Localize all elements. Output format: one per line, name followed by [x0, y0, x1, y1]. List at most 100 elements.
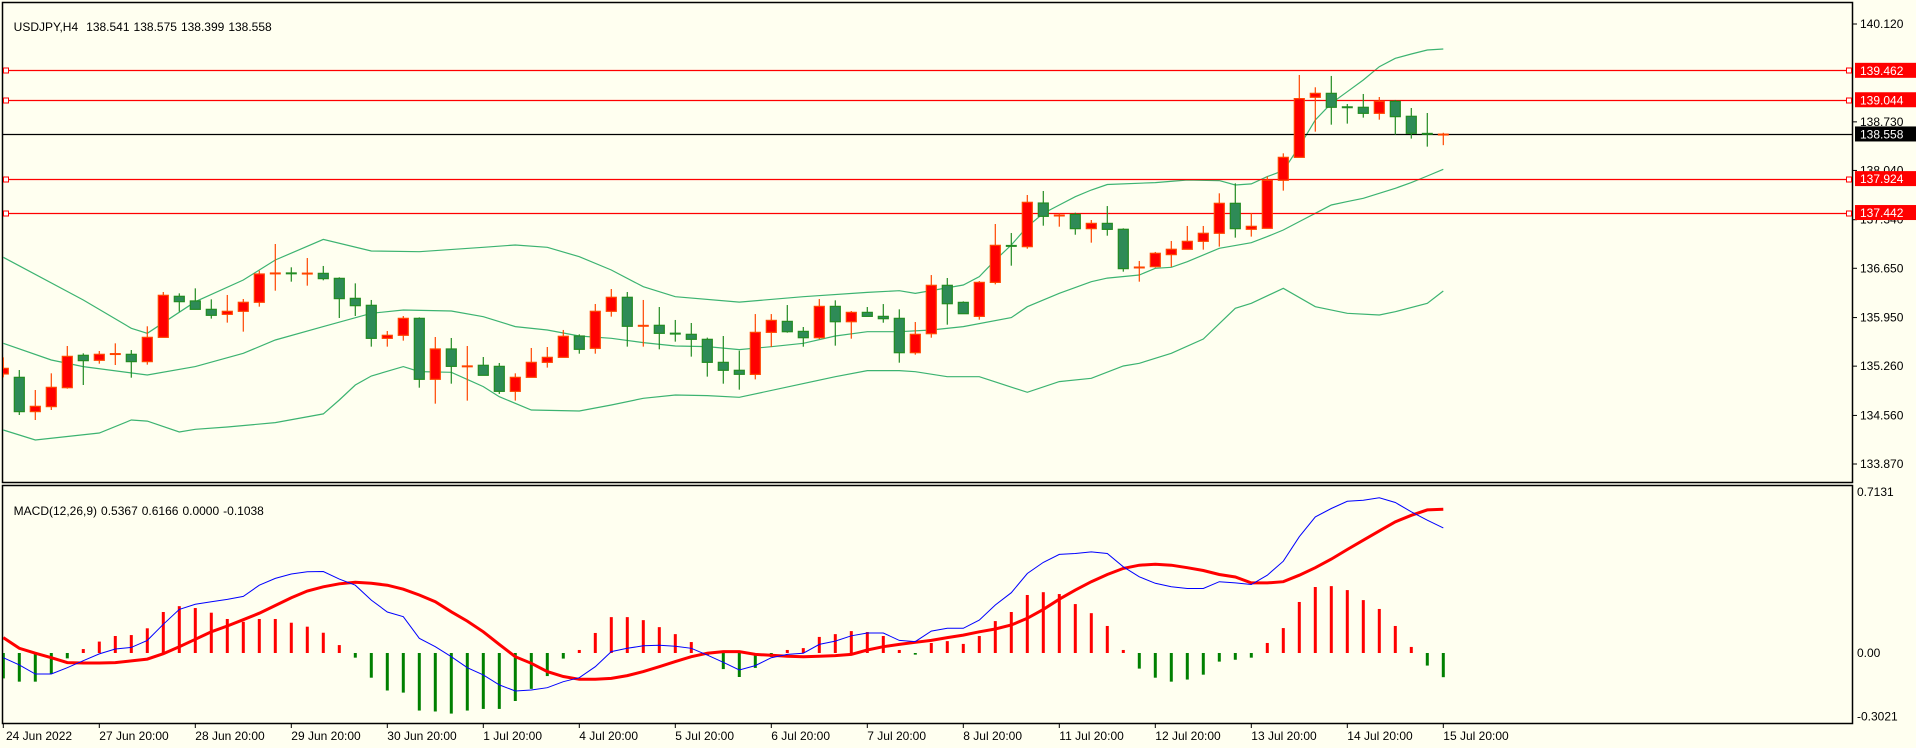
candle-body — [717, 361, 729, 371]
candle-body — [749, 331, 761, 375]
time-tick-label: 7 Jul 20:00 — [867, 729, 926, 743]
candle-bearish[interactable] — [1117, 228, 1129, 272]
candle-body — [29, 405, 41, 413]
candle-bullish[interactable] — [157, 292, 169, 338]
candle-body — [605, 296, 617, 312]
candle-body — [1245, 225, 1257, 230]
level-price-label: 139.462 — [1860, 64, 1904, 78]
candle-body — [1181, 240, 1193, 250]
candle-body — [781, 320, 793, 333]
trading-chart[interactable]: 140.120138.730138.040137.340136.650135.9… — [0, 0, 1916, 748]
candle-body — [13, 376, 25, 413]
candle-body — [701, 338, 713, 363]
candle-bearish[interactable] — [493, 362, 505, 394]
candle-bearish[interactable] — [13, 370, 25, 416]
candle-body — [765, 319, 777, 333]
level-handle-right[interactable] — [1846, 97, 1852, 104]
candle-body — [989, 244, 1001, 283]
candle-body — [829, 305, 841, 323]
macd-header: MACD(12,26,9) 0.5367 0.6166 0.0000 -0.1038 — [7, 490, 268, 518]
time-tick-label: 15 Jul 20:00 — [1443, 729, 1509, 743]
time-tick-label: 11 Jul 20:00 — [1059, 729, 1124, 743]
candle-body — [1069, 213, 1081, 230]
candle-body — [1149, 252, 1161, 268]
candle-body — [1117, 228, 1129, 270]
candle-body — [573, 335, 585, 350]
candle-body — [893, 317, 905, 354]
time-tick-label: 5 Jul 20:00 — [675, 729, 734, 743]
candle-body — [797, 330, 809, 339]
level-handle-right[interactable] — [1846, 67, 1852, 74]
candle-body — [861, 311, 873, 317]
quote-close: 138.558 — [228, 20, 272, 34]
candle-body — [429, 348, 441, 380]
macd-tick-label: 0.7131 — [1857, 485, 1894, 499]
candle-body — [1309, 92, 1321, 98]
time-tick-label: 1 Jul 20:00 — [483, 729, 542, 743]
candle-body — [413, 317, 425, 380]
candle-body — [1197, 232, 1209, 242]
time-tick-label: 4 Jul 20:00 — [579, 729, 638, 743]
level-handle-right[interactable] — [1846, 210, 1852, 217]
level-handle-right[interactable] — [1846, 176, 1852, 183]
candle-body — [3, 367, 9, 375]
candle-body — [1101, 222, 1113, 230]
level-price-label: 139.044 — [1860, 93, 1904, 107]
candle-body — [589, 310, 601, 349]
candle-body — [557, 335, 569, 358]
candle-body — [541, 356, 553, 363]
time-tick-label: 6 Jul 20:00 — [771, 729, 830, 743]
candle-body — [1037, 202, 1049, 217]
level-handle-left[interactable] — [3, 97, 9, 104]
price-tick-label: 135.950 — [1860, 311, 1904, 325]
candle-body — [93, 353, 105, 361]
level-handle-left[interactable] — [3, 210, 9, 217]
candle-body — [845, 311, 857, 323]
candle-body — [1357, 106, 1369, 114]
time-tick-label: 13 Jul 20:00 — [1251, 729, 1317, 743]
candle-bullish[interactable] — [1021, 195, 1033, 249]
candle-bullish[interactable] — [1261, 176, 1273, 229]
candle-bullish[interactable] — [253, 270, 265, 307]
candle-body — [77, 354, 89, 362]
candle-bullish[interactable] — [1149, 251, 1161, 268]
candle-body — [45, 386, 57, 408]
candle-bearish[interactable] — [413, 317, 425, 388]
candle-body — [1021, 201, 1033, 248]
macd-value-main: 0.5367 — [101, 504, 138, 518]
level-handle-left[interactable] — [3, 67, 9, 74]
candle-body — [317, 272, 329, 280]
candle-body — [381, 334, 393, 339]
macd-value-3: 0.0000 — [182, 504, 220, 518]
candle-body — [1229, 202, 1241, 230]
candle-bearish[interactable] — [957, 301, 969, 315]
candle-body — [733, 369, 745, 375]
time-tick-label: 28 Jun 20:00 — [195, 729, 265, 743]
candle-body — [125, 353, 137, 363]
main-pane[interactable] — [1, 1, 1854, 484]
candle-body — [173, 295, 185, 303]
candle-body — [525, 361, 537, 378]
candle-bullish[interactable] — [973, 281, 985, 320]
candle-body — [1405, 115, 1417, 134]
candle-body — [909, 333, 921, 354]
candle-body — [813, 305, 825, 339]
candle-body — [141, 336, 153, 363]
macd-tick-label: -0.3021 — [1857, 709, 1898, 723]
price-tick-label: 140.120 — [1860, 17, 1904, 31]
candle-body — [1277, 156, 1289, 181]
candle-body — [1213, 202, 1225, 234]
time-tick-label: 24 Jun 2022 — [6, 729, 72, 743]
time-tick-label: 30 Jun 20:00 — [387, 729, 457, 743]
candle-body — [477, 364, 489, 376]
candle-bullish[interactable] — [589, 303, 601, 354]
candle-body — [1373, 100, 1385, 114]
candle-body — [877, 315, 889, 320]
candle-body — [221, 310, 233, 315]
price-tick-label: 135.260 — [1860, 359, 1904, 373]
candle-body — [941, 284, 953, 305]
candle-body — [509, 376, 521, 392]
level-handle-left[interactable] — [3, 176, 9, 183]
level-price-label: 137.442 — [1860, 206, 1904, 220]
candle-body — [1085, 222, 1097, 230]
